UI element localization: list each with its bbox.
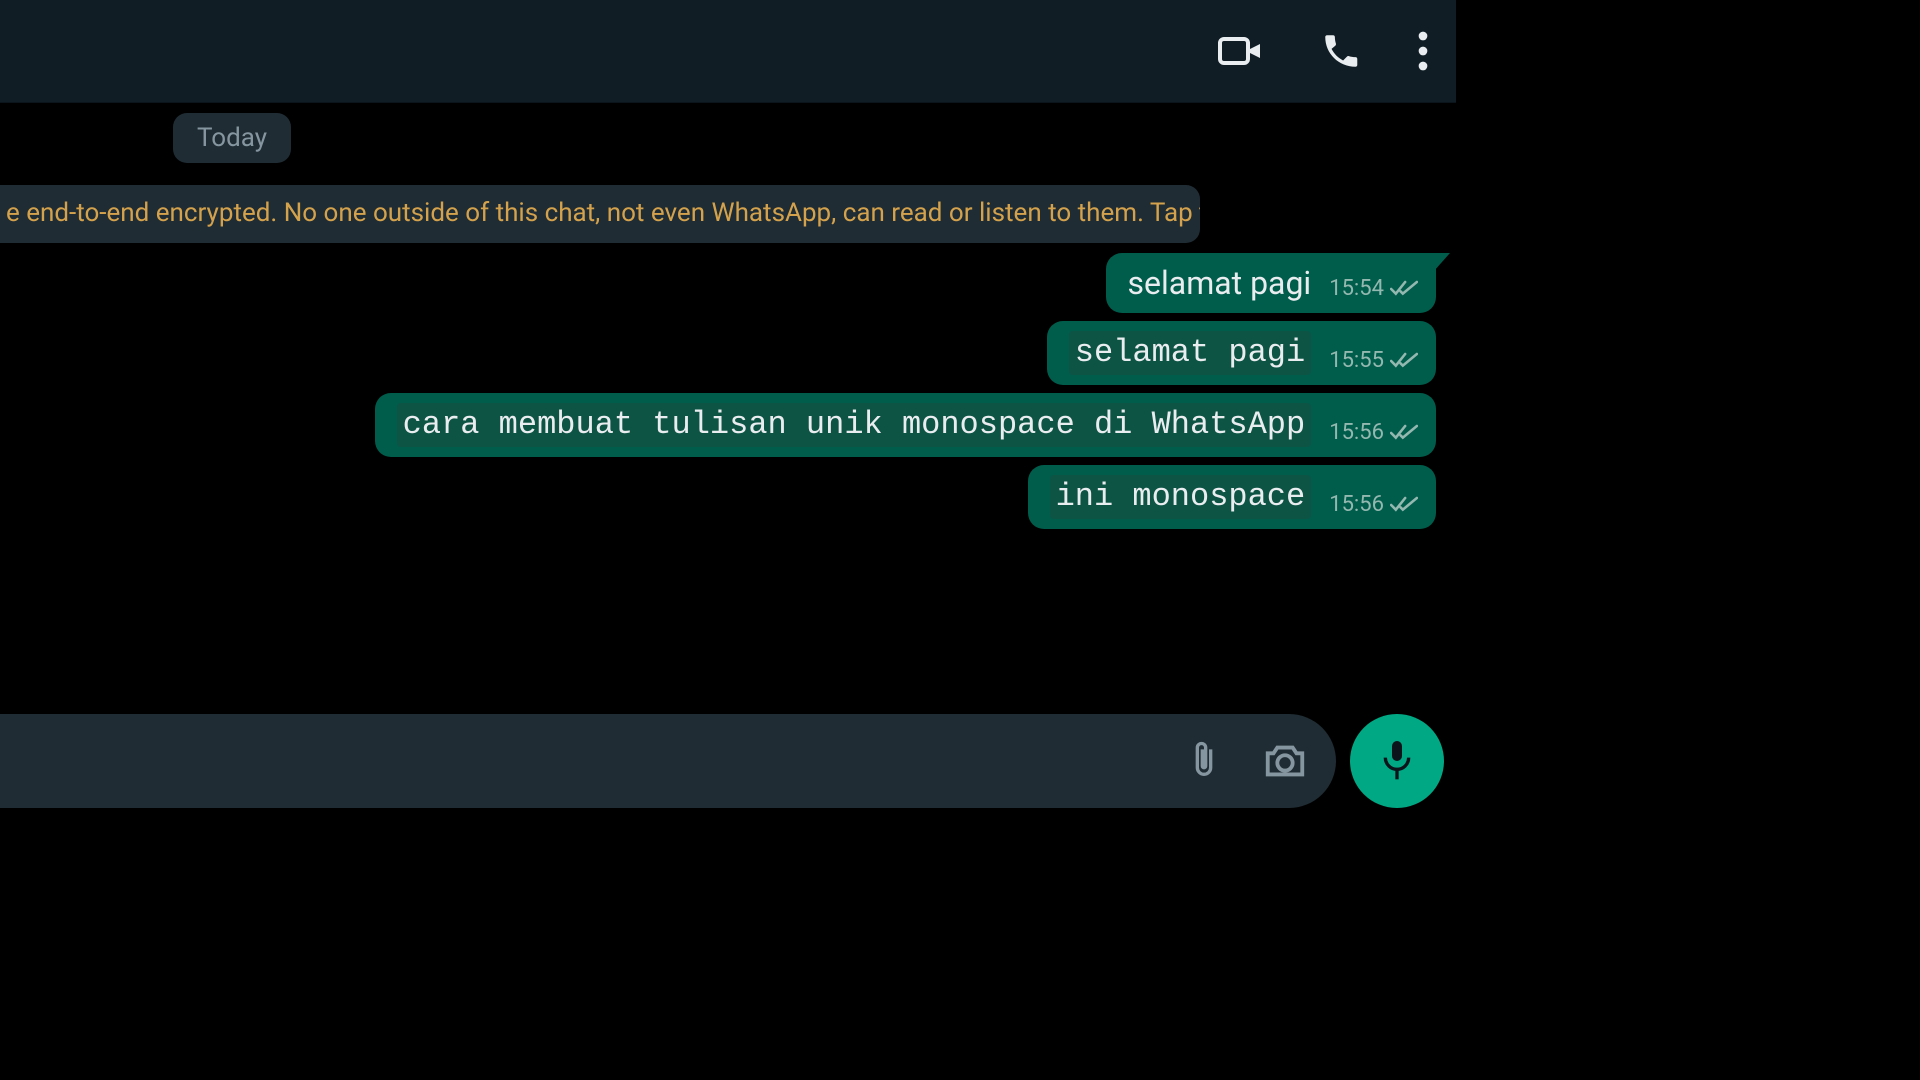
video-call-icon[interactable] xyxy=(1216,27,1264,75)
outgoing-message[interactable]: selamat pagi 15:54 xyxy=(1106,253,1436,313)
more-options-icon[interactable] xyxy=(1418,29,1428,73)
chat-screen: Today e end-to-end encrypted. No one out… xyxy=(0,0,1456,816)
camera-icon[interactable] xyxy=(1262,741,1308,781)
outgoing-message[interactable]: ini monospace 15:56 xyxy=(1028,465,1436,529)
message-text: selamat pagi xyxy=(1069,331,1311,375)
message-text: cara membuat tulisan unik monospace di W… xyxy=(397,403,1312,447)
date-separator: Today xyxy=(173,113,291,163)
composer-row xyxy=(0,711,1456,816)
double-check-icon xyxy=(1390,424,1418,442)
double-check-icon xyxy=(1390,280,1418,298)
message-time: 15:54 xyxy=(1329,276,1384,301)
date-label: Today xyxy=(197,123,267,153)
voice-call-icon[interactable] xyxy=(1320,30,1362,72)
outgoing-message[interactable]: selamat pagi 15:55 xyxy=(1047,321,1436,385)
message-meta: 15:56 xyxy=(1329,420,1418,447)
message-composer[interactable] xyxy=(0,714,1336,808)
message-time: 15:56 xyxy=(1329,420,1384,445)
chat-topbar xyxy=(0,0,1456,103)
encryption-notice[interactable]: e end-to-end encrypted. No one outside o… xyxy=(0,185,1200,243)
message-meta: 15:55 xyxy=(1329,348,1418,375)
message-text: ini monospace xyxy=(1050,475,1312,519)
outgoing-message[interactable]: cara membuat tulisan unik monospace di W… xyxy=(375,393,1436,457)
message-list: selamat pagi 15:54 selamat pagi 15:55 xyxy=(375,253,1436,529)
microphone-icon xyxy=(1377,737,1417,785)
message-time: 15:56 xyxy=(1329,492,1384,517)
message-time: 15:55 xyxy=(1329,348,1384,373)
message-meta: 15:56 xyxy=(1329,492,1418,519)
voice-record-button[interactable] xyxy=(1350,714,1444,808)
chat-body: Today e end-to-end encrypted. No one out… xyxy=(0,103,1456,816)
double-check-icon xyxy=(1390,352,1418,370)
double-check-icon xyxy=(1390,496,1418,514)
message-text: selamat pagi xyxy=(1128,263,1312,303)
encryption-text: e end-to-end encrypted. No one outside o… xyxy=(6,198,1200,228)
attachment-icon[interactable] xyxy=(1184,739,1224,783)
message-meta: 15:54 xyxy=(1329,276,1418,303)
